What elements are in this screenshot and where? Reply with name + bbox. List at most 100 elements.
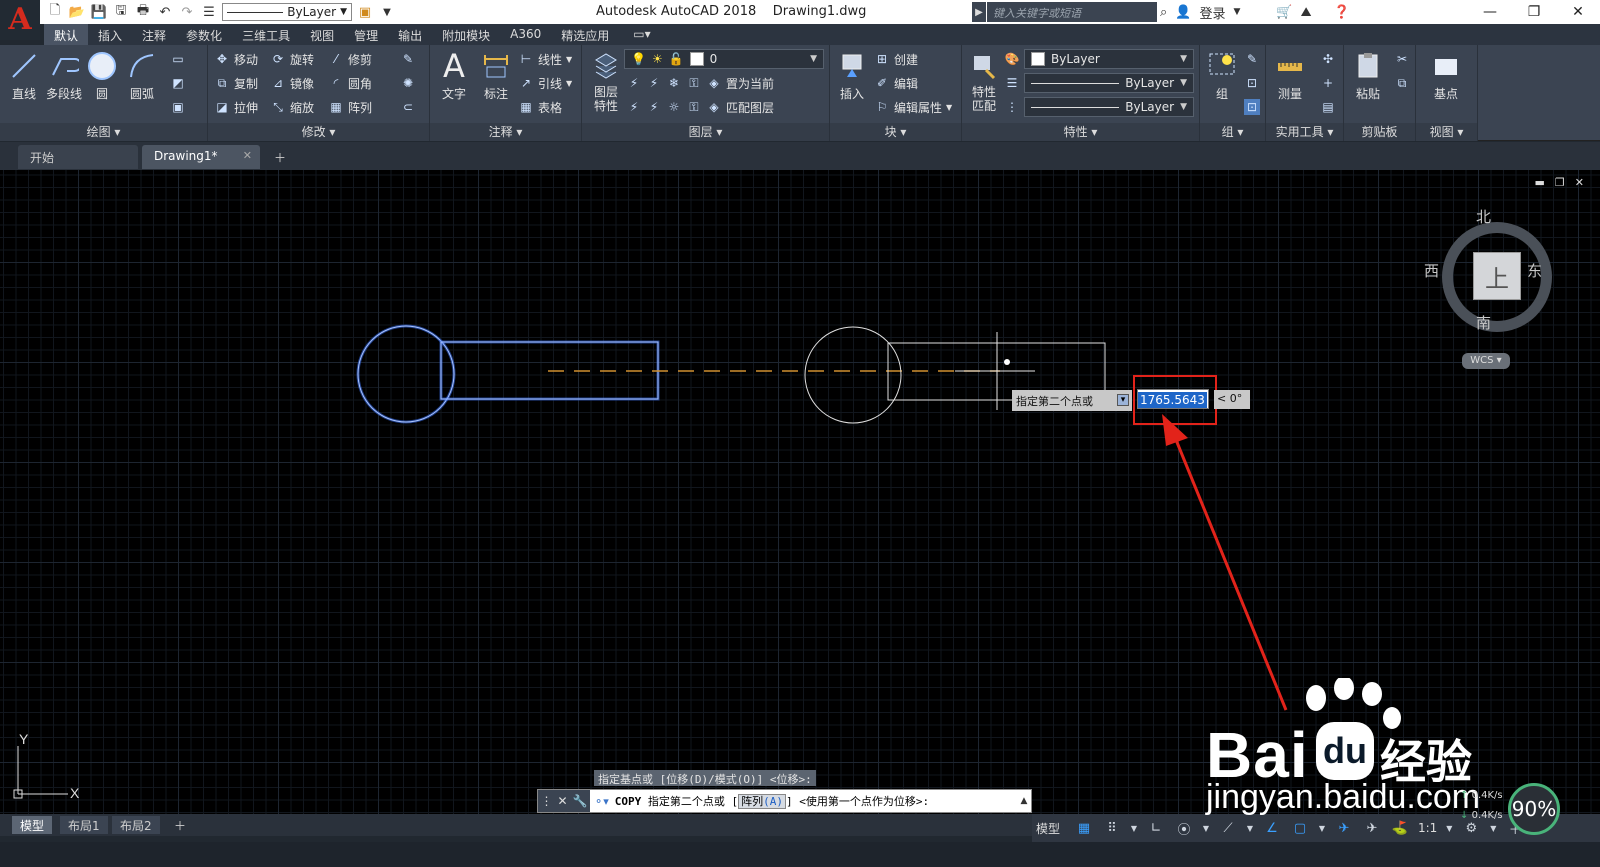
compass-south[interactable]: 南 <box>1476 312 1491 333</box>
open-file-icon[interactable]: 📂 <box>68 3 86 21</box>
distance-input[interactable]: 1765.5643 <box>1137 389 1209 409</box>
array-option-button[interactable]: 阵列(A) <box>738 794 786 809</box>
isodraft-icon[interactable]: ⟋ <box>1218 818 1238 838</box>
tab-layout2[interactable]: 布局2 <box>112 816 160 834</box>
lineweight-dropdown[interactable]: ByLayer ▼ <box>1024 97 1194 117</box>
layer-off-icon[interactable]: ⚡ <box>626 75 642 91</box>
qat-layer-dropdown[interactable]: ByLayer ▼ <box>222 3 352 21</box>
tab-addins[interactable]: 附加模块 <box>432 24 500 45</box>
layer-lock-icon[interactable]: ⚿ <box>686 75 702 91</box>
leader-button[interactable]: ↗ 引线 ▼ <box>518 73 572 93</box>
compass-east[interactable]: 东 <box>1527 260 1542 281</box>
ortho-icon[interactable]: ∟ <box>1146 818 1166 838</box>
minimize-icon[interactable]: — <box>1468 0 1512 24</box>
grip-icon[interactable]: ⋮ <box>540 794 552 808</box>
object-snap-tracking-icon[interactable]: ∠ <box>1262 818 1282 838</box>
tab-manage[interactable]: 管理 <box>344 24 388 45</box>
tab-view[interactable]: 视图 <box>300 24 344 45</box>
stretch-button[interactable]: ◪ 拉伸 <box>214 97 258 117</box>
tab-a360[interactable]: A360 <box>500 24 551 45</box>
id-point-icon[interactable]: + <box>1320 75 1336 91</box>
viewcube-top-face[interactable]: 上 <box>1473 252 1521 300</box>
object-snap-icon[interactable]: ▢ <box>1290 818 1310 838</box>
layer-on-icon[interactable]: ⚡ <box>626 99 642 115</box>
save-as-icon[interactable]: 🖫 <box>112 3 130 21</box>
layer-properties-button[interactable]: 图层 特性 <box>586 49 626 113</box>
create-block-button[interactable]: ⊞ 创建 <box>874 49 918 69</box>
layer-isolate-icon[interactable]: ⚡ <box>646 75 662 91</box>
arc-button[interactable]: 圆弧 <box>122 49 162 102</box>
match-layer-label[interactable]: 匹配图层 <box>726 99 774 116</box>
save-icon[interactable]: 💾 <box>90 3 108 21</box>
command-line[interactable]: ⋮ ✕ 🔧 ⚬▾ COPY 指定第二个点或 [阵列(A)] <使用第一个点作为位… <box>537 789 1032 813</box>
model-space-button[interactable]: 模型 <box>1036 820 1066 837</box>
ungroup-icon[interactable]: ✎ <box>1244 51 1260 67</box>
base-view-button[interactable]: 基点 <box>1426 49 1466 102</box>
workspace-icon[interactable]: ▣ <box>356 3 374 21</box>
user-icon[interactable]: 👤 <box>1175 5 1191 20</box>
copy-clip-icon[interactable]: ⧉ <box>1394 75 1410 91</box>
view-panel-title[interactable]: 视图 ▾ <box>1416 123 1477 141</box>
wrench-icon[interactable]: 🔧 <box>573 794 588 808</box>
doc-tab-drawing1[interactable]: Drawing1* ✕ <box>142 145 260 169</box>
point-icon[interactable]: ✣ <box>1320 51 1336 67</box>
text-button[interactable]: A 文字 <box>434 47 474 102</box>
table-button[interactable]: ▦ 表格 <box>518 97 562 117</box>
measure-button[interactable]: 测量 <box>1270 49 1310 102</box>
scale-button[interactable]: ⤡ 缩放 <box>270 97 314 117</box>
close-icon[interactable]: ✕ <box>557 794 567 808</box>
new-file-icon[interactable]: 🗋 <box>46 3 64 21</box>
linetype-dropdown[interactable]: ByLayer ▼ <box>1024 73 1194 93</box>
chevron-down-icon[interactable]: ▼ <box>1445 818 1453 838</box>
insert-block-button[interactable]: 插入 <box>832 49 872 102</box>
hatch-button[interactable]: ◩ <box>170 73 186 93</box>
trim-button[interactable]: ⁄ 修剪 <box>328 49 372 69</box>
chevron-down-icon[interactable]: ▼ <box>1130 818 1138 838</box>
annotation-panel-title[interactable]: 注释 ▾ <box>430 123 581 141</box>
rectangle-button[interactable]: ▭ <box>170 49 186 69</box>
compass-west[interactable]: 西 <box>1424 260 1439 281</box>
cut-icon[interactable]: ✂ <box>1394 51 1410 67</box>
add-layout-button[interactable]: ＋ <box>166 816 194 834</box>
grid-icon[interactable]: ▦ <box>1074 818 1094 838</box>
auto-scale-icon[interactable]: ✈ <box>1362 818 1382 838</box>
offset-button[interactable]: ⊂ <box>400 97 416 117</box>
group-select-icon[interactable]: ⊡ <box>1244 99 1260 115</box>
wcs-menu-button[interactable]: WCS ▾ <box>1462 353 1510 369</box>
lineweight-icon[interactable]: ⋮ <box>1004 99 1020 115</box>
annotation-visibility-icon[interactable]: ✈ <box>1334 818 1354 838</box>
chevron-down-icon[interactable]: ▼ <box>1318 818 1326 838</box>
login-link[interactable]: 登录 <box>1199 3 1225 22</box>
customize-qat-icon[interactable]: ▼ <box>378 3 396 21</box>
mirror-button[interactable]: ⊿ 镜像 <box>270 73 314 93</box>
move-button[interactable]: ✥ 移动 <box>214 49 258 69</box>
erase-button[interactable]: ✎ <box>400 49 416 69</box>
dimension-button[interactable]: 标注 <box>476 49 516 102</box>
polyline-button[interactable]: 多段线 <box>42 49 86 102</box>
tab-insert[interactable]: 插入 <box>88 24 132 45</box>
color-dropdown[interactable]: ByLayer ▼ <box>1024 49 1194 69</box>
tab-annotate[interactable]: 注释 <box>132 24 176 45</box>
paste-button[interactable]: 粘贴 <box>1348 49 1388 102</box>
tab-default[interactable]: 默认 <box>44 24 89 45</box>
polar-icon[interactable]: ⦿ <box>1174 818 1194 838</box>
dynamic-options-icon[interactable]: ▾ <box>1117 394 1129 406</box>
layer-thaw-icon[interactable]: ☼ <box>666 99 682 115</box>
cpu-usage-badge[interactable]: 90% <box>1508 783 1560 835</box>
a360-icon[interactable]: ⛰ <box>1301 5 1312 20</box>
angle-input[interactable]: < 0° <box>1214 390 1250 409</box>
linetype-icon[interactable]: ☰ <box>1004 75 1020 91</box>
color-wheel-icon[interactable]: 🎨 <box>1004 51 1020 67</box>
properties-panel-title[interactable]: 特性 ▾ <box>962 123 1199 141</box>
clipboard-panel-title[interactable]: 剪贴板 <box>1344 123 1415 141</box>
command-scroll-up-icon[interactable]: ▲ <box>1017 796 1031 806</box>
explode-button[interactable]: ✺ <box>400 73 416 93</box>
doc-tab-start[interactable]: 开始 <box>18 145 138 169</box>
new-tab-button[interactable]: ＋ <box>268 145 292 169</box>
copy-button[interactable]: ⧉ 复制 <box>214 73 258 93</box>
chevron-down-icon[interactable]: ▼ <box>1202 818 1210 838</box>
circle-button[interactable]: 圆 <box>82 49 122 102</box>
undo-icon[interactable]: ↶ <box>156 3 174 21</box>
layer-unisolate-icon[interactable]: ⚡ <box>646 99 662 115</box>
recent-commands-icon[interactable]: ⚬▾ <box>590 795 609 808</box>
